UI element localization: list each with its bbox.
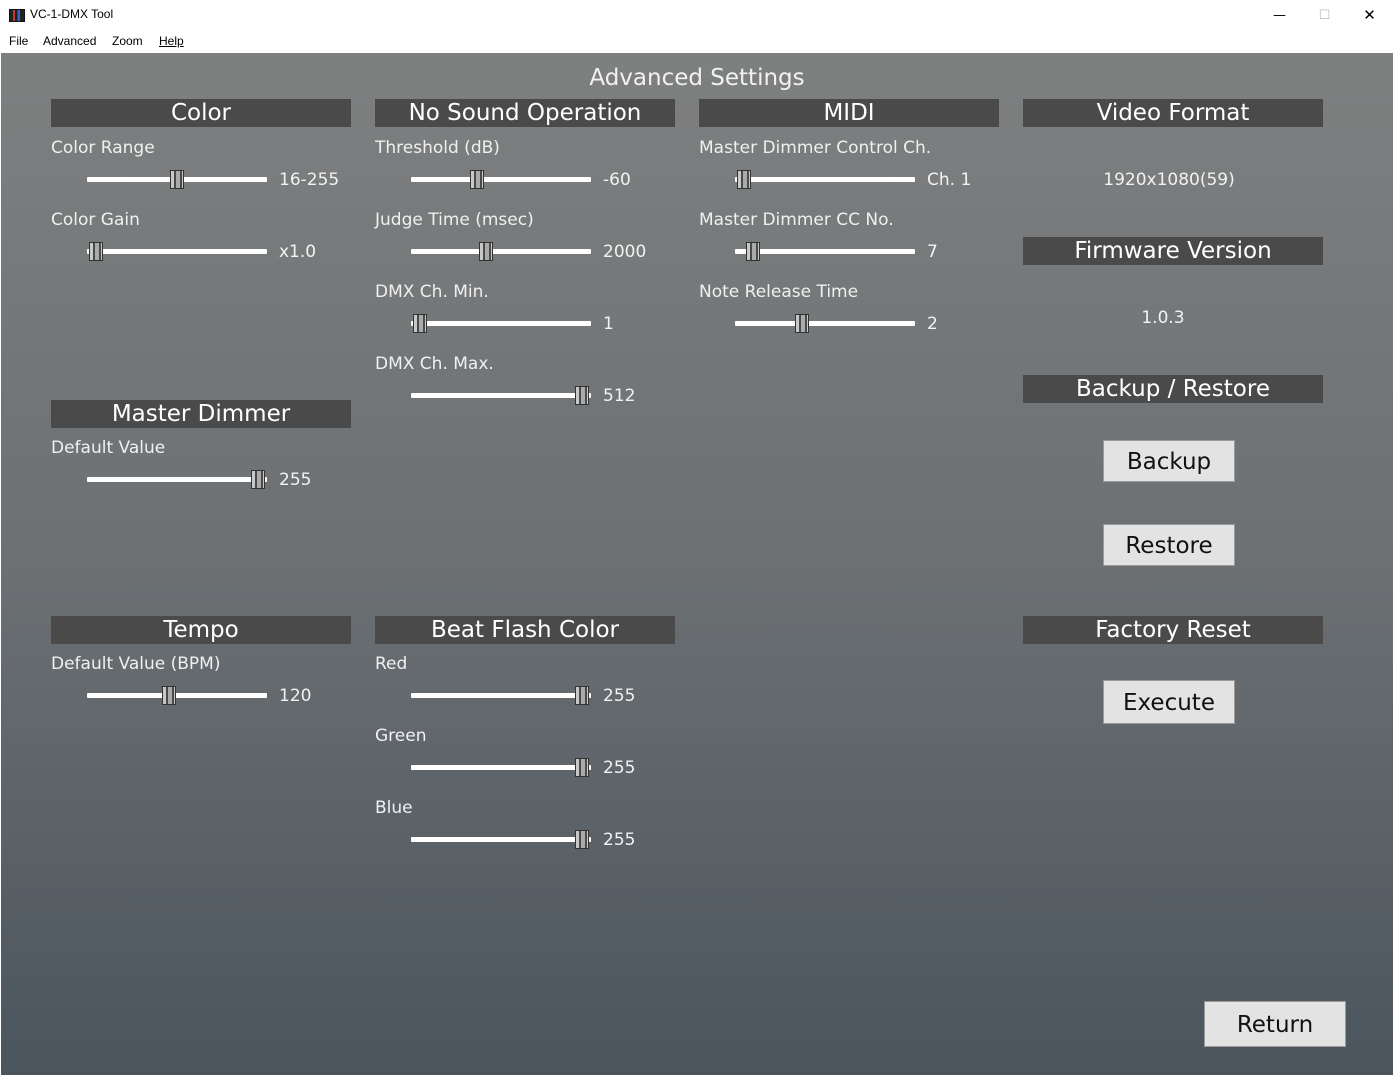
color-range-label: Color Range	[51, 138, 155, 158]
slider-thumb[interactable]	[745, 242, 760, 261]
window-title: VC-1-DMX Tool	[30, 7, 114, 21]
master-ch-value: Ch. 1	[927, 170, 972, 190]
slider-track	[411, 177, 591, 182]
master-dimmer-header: Master Dimmer	[51, 400, 351, 428]
slider-thumb[interactable]	[795, 314, 810, 333]
tempo-header: Tempo	[51, 616, 351, 644]
dmx-min-label: DMX Ch. Min.	[375, 282, 489, 302]
title-bar: VC-1-DMX Tool — ☐ ✕	[0, 0, 1394, 30]
firmware-value: 1.0.3	[1141, 308, 1185, 328]
app-icon	[9, 9, 25, 22]
slider-track	[411, 249, 591, 254]
settings-panel: Advanced Settings Color Color Range 16-2…	[1, 53, 1393, 1075]
slider-thumb[interactable]	[413, 314, 427, 333]
master-dimmer-default-label: Default Value	[51, 438, 166, 458]
judge-time-value: 2000	[603, 242, 647, 262]
firmware-header: Firmware Version	[1023, 237, 1323, 265]
slider-track	[87, 693, 267, 698]
blue-label: Blue	[375, 798, 413, 818]
color-header: Color	[51, 99, 351, 127]
page-title: Advanced Settings	[589, 65, 805, 91]
slider-track	[411, 693, 591, 698]
slider-track	[87, 249, 267, 254]
threshold-slider[interactable]	[411, 170, 591, 190]
menu-help[interactable]: Help	[159, 34, 184, 48]
threshold-value: -60	[603, 170, 631, 190]
slider-track	[87, 477, 267, 482]
green-slider[interactable]	[411, 758, 591, 778]
blue-value: 255	[603, 830, 636, 850]
slider-thumb[interactable]	[737, 170, 751, 189]
color-gain-slider[interactable]	[87, 242, 267, 262]
judge-time-label: Judge Time (msec)	[375, 210, 534, 230]
dmx-max-value: 512	[603, 386, 636, 406]
no-sound-header: No Sound Operation	[375, 99, 675, 127]
midi-header: MIDI	[699, 99, 999, 127]
color-range-slider[interactable]	[87, 170, 267, 190]
red-slider[interactable]	[411, 686, 591, 706]
slider-track	[411, 393, 591, 398]
master-dimmer-default-value: 255	[279, 470, 312, 490]
color-gain-value: x1.0	[279, 242, 317, 262]
return-button[interactable]: Return	[1204, 1001, 1346, 1047]
note-release-label: Note Release Time	[699, 282, 859, 302]
video-format-header: Video Format	[1023, 99, 1323, 127]
cc-no-value: 7	[927, 242, 938, 262]
menu-bar: File Advanced Zoom Help	[0, 30, 1394, 53]
slider-track	[411, 321, 591, 326]
red-label: Red	[375, 654, 408, 674]
slider-thumb[interactable]	[575, 830, 589, 849]
beat-flash-header: Beat Flash Color	[375, 616, 675, 644]
green-value: 255	[603, 758, 636, 778]
video-format-value: 1920x1080(59)	[1103, 170, 1235, 190]
note-release-value: 2	[927, 314, 938, 334]
factory-reset-header: Factory Reset	[1023, 616, 1323, 644]
dmx-max-label: DMX Ch. Max.	[375, 354, 494, 374]
menu-file[interactable]: File	[9, 34, 28, 48]
master-dimmer-default-slider[interactable]	[87, 470, 267, 490]
restore-button[interactable]: Restore	[1103, 524, 1235, 566]
slider-thumb[interactable]	[575, 386, 589, 405]
slider-thumb[interactable]	[479, 242, 494, 261]
execute-button[interactable]: Execute	[1103, 680, 1235, 724]
slider-thumb[interactable]	[161, 686, 176, 705]
tempo-default-slider[interactable]	[87, 686, 267, 706]
judge-time-slider[interactable]	[411, 242, 591, 262]
cc-no-label: Master Dimmer CC No.	[699, 210, 894, 230]
slider-track	[735, 177, 915, 182]
backup-button[interactable]: Backup	[1103, 440, 1235, 482]
slider-thumb[interactable]	[89, 242, 103, 261]
threshold-label: Threshold (dB)	[375, 138, 500, 158]
slider-thumb[interactable]	[251, 470, 265, 489]
cc-no-slider[interactable]	[735, 242, 915, 262]
menu-advanced[interactable]: Advanced	[43, 34, 96, 48]
dmx-max-slider[interactable]	[411, 386, 591, 406]
master-ch-slider[interactable]	[735, 170, 915, 190]
master-ch-label: Master Dimmer Control Ch.	[699, 138, 932, 158]
slider-thumb[interactable]	[170, 170, 184, 189]
red-value: 255	[603, 686, 636, 706]
dmx-min-value: 1	[603, 314, 614, 334]
minimize-icon[interactable]: —	[1257, 0, 1302, 30]
slider-thumb[interactable]	[575, 758, 589, 777]
maximize-icon[interactable]: ☐	[1302, 0, 1347, 30]
menu-zoom[interactable]: Zoom	[112, 34, 143, 48]
tempo-default-value: 120	[279, 686, 312, 706]
slider-track	[735, 249, 915, 254]
tempo-default-label: Default Value (BPM)	[51, 654, 221, 674]
slider-thumb[interactable]	[469, 170, 484, 189]
color-range-value: 16-255	[279, 170, 340, 190]
slider-thumb[interactable]	[575, 686, 589, 705]
color-gain-label: Color Gain	[51, 210, 140, 230]
slider-track	[735, 321, 915, 326]
note-release-slider[interactable]	[735, 314, 915, 334]
green-label: Green	[375, 726, 427, 746]
slider-track	[411, 765, 591, 770]
dmx-min-slider[interactable]	[411, 314, 591, 334]
backup-restore-header: Backup / Restore	[1023, 375, 1323, 403]
blue-slider[interactable]	[411, 830, 591, 850]
close-icon[interactable]: ✕	[1347, 0, 1392, 30]
slider-track	[411, 837, 591, 842]
